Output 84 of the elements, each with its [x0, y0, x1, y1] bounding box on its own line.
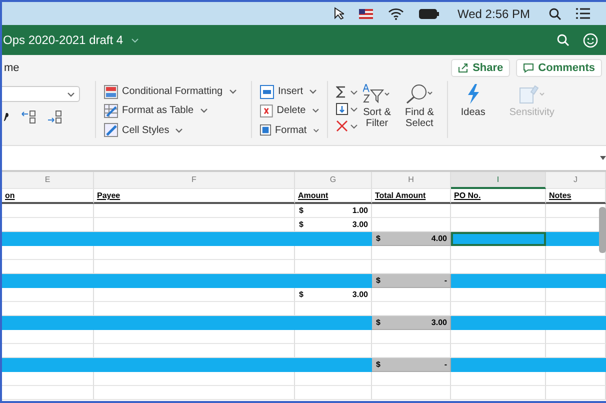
conditional-formatting-icon: [104, 84, 118, 99]
ribbon-button[interactable]: Conditional Formatting: [104, 84, 243, 100]
table-cell: [546, 330, 606, 344]
total-value: -: [444, 359, 447, 371]
total-value: 4.00: [431, 233, 447, 245]
currency-sign: $: [376, 359, 380, 371]
amount-value: 3.00: [352, 219, 368, 231]
highlighted-cell: [546, 358, 606, 372]
currency-sign: $: [376, 233, 380, 245]
caret-icon[interactable]: [600, 156, 606, 160]
total-value: 3.00: [431, 317, 447, 329]
lightning-icon: [465, 84, 482, 104]
table-header: Notes: [546, 189, 606, 204]
amount-value: 1.00: [352, 205, 368, 217]
column-header[interactable]: F: [94, 172, 295, 189]
format-cells-icon: [260, 123, 272, 138]
sort-filter-icon: [363, 84, 391, 104]
clear-icon[interactable]: [336, 120, 358, 132]
caret-icon: [175, 128, 184, 133]
battery-icon[interactable]: [418, 8, 439, 18]
ribbon-button[interactable]: Format as Table: [104, 103, 243, 119]
ribbon-button[interactable]: Ideas: [456, 84, 490, 138]
autosum-icon[interactable]: [336, 86, 358, 98]
table-header: Total Amount: [372, 189, 451, 204]
table-icon: [104, 104, 118, 118]
caret-icon: [312, 128, 319, 133]
currency-sign: $: [299, 219, 304, 231]
ribbon-button[interactable]: Sort & Filter: [358, 84, 396, 138]
clock[interactable]: Wed 2:56 PM: [458, 6, 530, 20]
ribbon-button[interactable]: Format: [260, 122, 319, 138]
table-header: on: [2, 189, 94, 204]
sensitivity-icon: [518, 84, 545, 104]
decrease-decimal-icon[interactable]: [47, 110, 63, 124]
ribbon-tab[interactable]: me: [4, 62, 20, 74]
currency-sign: $: [299, 289, 304, 301]
scrollbar[interactable]: [599, 207, 606, 253]
insert-cells-icon: [260, 84, 274, 99]
total-value: -: [444, 275, 447, 287]
comments-button[interactable]: Comments: [516, 59, 602, 77]
highlighted-cell: [546, 316, 606, 330]
highlighted-cell: [546, 274, 606, 288]
table-header: PO No.: [451, 189, 546, 204]
caret-icon: [309, 89, 318, 94]
caret-icon: [228, 89, 237, 94]
search-icon[interactable]: [557, 34, 569, 46]
column-header[interactable]: H: [372, 172, 451, 189]
list-icon[interactable]: [576, 8, 590, 19]
column-header[interactable]: I: [451, 172, 546, 189]
currency-sign: $: [376, 317, 380, 329]
currency-sign: $: [376, 275, 380, 287]
search-icon: [405, 84, 434, 104]
increase-decimal-icon[interactable]: [21, 110, 37, 124]
table-cell: [546, 288, 606, 302]
table-cell: [546, 386, 606, 400]
column-header[interactable]: J: [546, 172, 606, 189]
smiley-icon[interactable]: [583, 32, 598, 48]
fill-icon[interactable]: [336, 103, 358, 115]
share-button[interactable]: Share: [450, 59, 510, 77]
ribbon-button[interactable]: Cell Styles: [104, 122, 243, 138]
ribbon-button[interactable]: Insert: [260, 84, 319, 100]
share-icon: [458, 63, 469, 73]
window-title: Ops 2020-2021 draft 4: [3, 33, 124, 47]
table-cell: [546, 372, 606, 386]
amount-value: 3.00: [352, 289, 368, 301]
cursor-icon[interactable]: [334, 7, 344, 20]
caret-icon[interactable]: [131, 38, 140, 42]
flag-icon[interactable]: [358, 8, 373, 18]
comma-icon: [4, 113, 9, 121]
caret-icon: [312, 108, 319, 114]
caret-icon: [200, 108, 208, 114]
table-header: Payee: [94, 189, 295, 204]
column-header[interactable]: E: [2, 172, 94, 189]
column-header[interactable]: G: [295, 172, 372, 189]
ribbon-button[interactable]: Delete: [260, 103, 319, 119]
caret-icon: [67, 92, 75, 96]
delete-cells-icon: [260, 104, 273, 118]
wifi-icon[interactable]: [388, 8, 404, 20]
cell-styles-icon: [104, 123, 118, 138]
search-icon[interactable]: [549, 8, 561, 20]
currency-sign: $: [299, 205, 304, 217]
comment-icon: [523, 63, 534, 73]
table-header: Amount: [295, 189, 372, 204]
ribbon-button[interactable]: Find & Select: [400, 84, 439, 138]
selected-cell[interactable]: [451, 232, 546, 246]
